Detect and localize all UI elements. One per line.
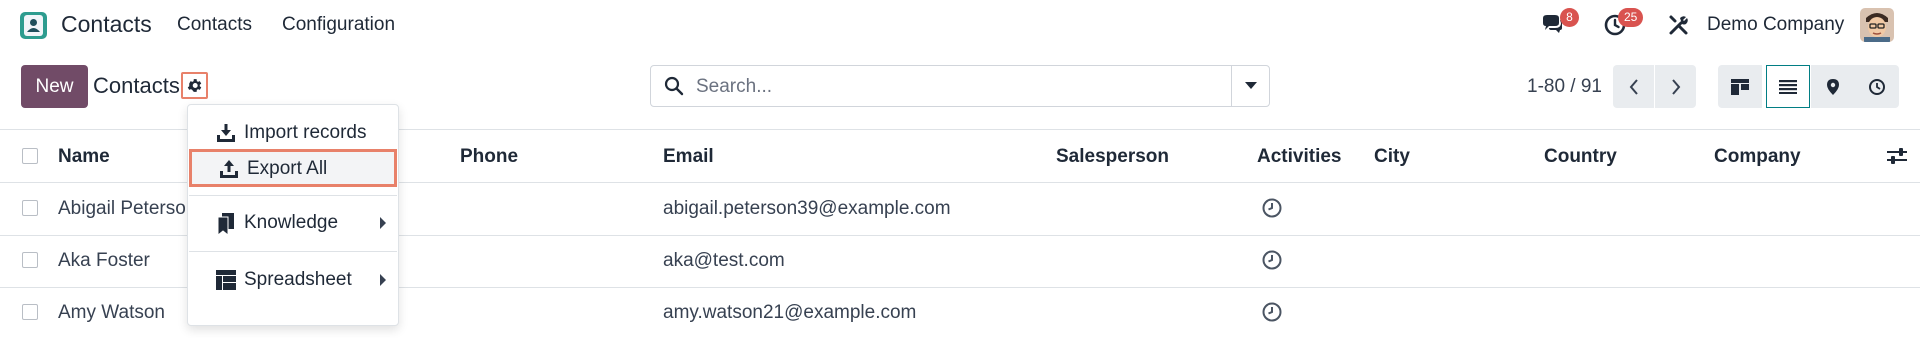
menu-item-export-all[interactable]: Export All — [189, 149, 397, 187]
column-header-name[interactable]: Name — [58, 146, 110, 168]
menu-divider — [189, 195, 397, 196]
contacts-app-icon[interactable] — [20, 12, 47, 39]
new-button[interactable]: New — [21, 65, 88, 108]
search-bar — [650, 65, 1270, 107]
cell-name[interactable]: Aka Foster — [58, 250, 150, 272]
chevron-left-icon — [1629, 78, 1638, 95]
kanban-icon — [1731, 78, 1749, 95]
actions-dropdown-menu: Import records Export All Knowledge Spre… — [187, 104, 399, 326]
optional-columns-toggle[interactable] — [1887, 147, 1907, 165]
page-title: Contacts — [93, 73, 180, 98]
column-header-activities[interactable]: Activities — [1257, 146, 1341, 168]
gear-icon — [187, 79, 202, 92]
cell-name[interactable]: Abigail Peterson — [58, 198, 196, 220]
cell-name[interactable]: Amy Watson — [58, 302, 165, 324]
menu-configuration[interactable]: Configuration — [282, 14, 395, 36]
list-icon — [1779, 79, 1797, 94]
menu-item-import-records[interactable]: Import records — [188, 113, 398, 153]
upload-icon — [219, 159, 239, 179]
chevron-right-icon — [1671, 78, 1680, 95]
search-options-toggle[interactable] — [1231, 65, 1270, 107]
row-checkbox[interactable] — [22, 252, 38, 268]
user-avatar[interactable] — [1860, 8, 1894, 42]
cell-email[interactable]: abigail.peterson39@example.com — [663, 198, 951, 220]
activity-clock-icon[interactable] — [1261, 197, 1283, 219]
submenu-caret-icon — [380, 217, 386, 229]
column-header-salesperson[interactable]: Salesperson — [1056, 146, 1169, 168]
sliders-icon — [1887, 148, 1907, 164]
row-checkbox[interactable] — [22, 304, 38, 320]
column-header-company[interactable]: Company — [1714, 146, 1801, 168]
search-input[interactable] — [694, 72, 1258, 102]
menu-item-label: Export All — [247, 158, 328, 179]
spreadsheet-icon — [216, 270, 236, 290]
menu-item-label: Spreadsheet — [244, 269, 352, 290]
row-checkbox[interactable] — [22, 200, 38, 216]
activity-clock-icon[interactable] — [1261, 249, 1283, 271]
submenu-caret-icon — [380, 274, 386, 286]
column-header-country[interactable]: Country — [1544, 146, 1617, 168]
activities-badge: 25 — [1618, 8, 1644, 27]
app-name[interactable]: Contacts — [61, 11, 152, 38]
menu-item-label: Import records — [244, 122, 367, 143]
pager-value[interactable]: 1-80 / 91 — [1527, 76, 1602, 98]
cell-email[interactable]: amy.watson21@example.com — [663, 302, 916, 324]
menu-item-knowledge[interactable]: Knowledge — [188, 203, 398, 243]
map-pin-icon — [1827, 78, 1839, 95]
activity-clock-icon[interactable] — [1261, 301, 1283, 323]
top-navbar: Contacts Contacts Configuration 8 25 Dem… — [0, 0, 1920, 50]
select-all-checkbox[interactable] — [22, 148, 38, 164]
clock-icon — [1869, 78, 1885, 95]
menu-contacts[interactable]: Contacts — [177, 14, 252, 36]
column-header-phone[interactable]: Phone — [460, 146, 518, 168]
view-list-button[interactable] — [1766, 65, 1810, 108]
actions-gear-button[interactable] — [181, 72, 208, 99]
company-switcher[interactable]: Demo Company — [1707, 14, 1844, 36]
messages-badge: 8 — [1560, 8, 1579, 27]
menu-divider — [189, 251, 397, 252]
menu-item-label: Knowledge — [244, 212, 339, 233]
view-kanban-button[interactable] — [1718, 65, 1762, 108]
column-header-city[interactable]: City — [1374, 146, 1410, 168]
search-icon — [664, 76, 684, 96]
menu-item-spreadsheet[interactable]: Spreadsheet — [188, 260, 398, 300]
pager-previous-button[interactable] — [1613, 65, 1654, 108]
cell-email[interactable]: aka@test.com — [663, 250, 785, 272]
debug-tools-icon[interactable] — [1667, 13, 1691, 37]
caret-down-icon — [1245, 82, 1257, 89]
download-icon — [216, 123, 236, 143]
column-header-email[interactable]: Email — [663, 146, 714, 168]
pager-next-button[interactable] — [1655, 65, 1696, 108]
knowledge-icon — [216, 213, 236, 237]
view-activity-button[interactable] — [1855, 65, 1899, 108]
view-map-button[interactable] — [1811, 65, 1855, 108]
